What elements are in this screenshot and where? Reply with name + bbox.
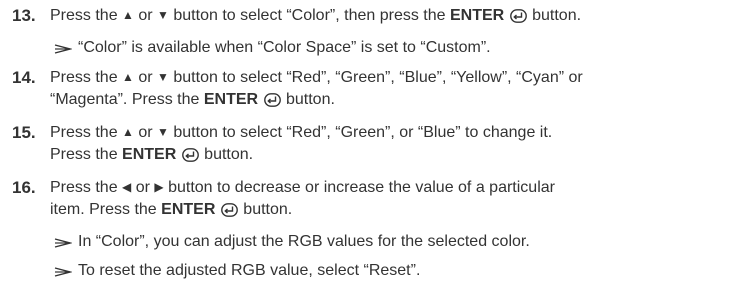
step-3: 16. Press the ◀ or ▶ button to decrease o… [12, 176, 738, 224]
text-run [258, 91, 262, 108]
text-run: “Magenta”. Press the [50, 91, 204, 108]
note-arrow-icon [54, 231, 74, 248]
note: “Color” is available when “Color Space” … [50, 37, 738, 59]
step-0: 13. Press the ▲ or ▼ button to select “Co… [12, 4, 738, 30]
text-run: Press the [50, 146, 123, 163]
step-line: “Magenta”. Press the ENTER button. [50, 89, 728, 114]
text-run: Press the [50, 7, 123, 24]
button-name: ENTER [122, 146, 177, 163]
text-run: or [133, 124, 158, 141]
up-triangle-icon: ▲ [122, 70, 134, 84]
text-run: or [133, 7, 158, 24]
up-triangle-icon: ▲ [122, 8, 134, 22]
text-run [176, 146, 180, 163]
text-run: item. Press the [50, 201, 162, 218]
text-run: Press the [50, 69, 123, 86]
step-line: Press the ▲ or ▼ button to select “Red”,… [50, 121, 728, 144]
step-text: Press the ▲ or ▼ button to select “Red”,… [50, 121, 738, 169]
step-line: Press the ENTER button. [50, 144, 728, 169]
button-name: ENTER [203, 91, 259, 108]
text-run: or [133, 69, 158, 86]
enter-icon [220, 202, 238, 224]
note-text: “Color” is available when “Color Space” … [78, 39, 491, 56]
enter-icon [263, 92, 281, 114]
step-line: Press the ▲ or ▼ button to select “Color… [50, 4, 728, 30]
text-run: button. [199, 146, 254, 163]
down-triangle-icon: ▼ [157, 125, 169, 139]
text-run [504, 7, 508, 24]
note-arrow-icon [54, 260, 74, 277]
note: To reset the adjusted RGB value, select … [50, 260, 738, 282]
down-triangle-icon: ▼ [157, 8, 169, 22]
step-1: 14. Press the ▲ or ▼ button to select “Re… [12, 66, 738, 114]
step-text: Press the ◀ or ▶ button to decrease or i… [50, 176, 738, 224]
down-triangle-icon: ▼ [157, 70, 169, 84]
instruction-page: 13. Press the ▲ or ▼ button to select “Co… [0, 0, 738, 292]
text-run: button to select “Color”, then press the [168, 7, 450, 24]
enter-icon [181, 147, 199, 169]
right-triangle-icon: ▶ [154, 180, 164, 194]
button-name: ENTER [161, 201, 216, 218]
text-run: button. [238, 201, 293, 218]
note-arrow-icon [54, 37, 74, 54]
step-line: Press the ◀ or ▶ button to decrease or i… [50, 176, 728, 199]
step-number: 14. [12, 68, 36, 87]
step-line: Press the ▲ or ▼ button to select “Red”,… [50, 66, 728, 89]
text-run: button to decrease or increase the value… [163, 179, 555, 196]
step-number: 15. [12, 123, 36, 142]
step-2: 15. Press the ▲ or ▼ button to select “Re… [12, 121, 738, 169]
note-text: To reset the adjusted RGB value, select … [78, 262, 421, 279]
button-name: ENTER [449, 7, 505, 24]
text-run: button to select “Red”, “Green”, “Blue”,… [168, 69, 583, 86]
text-run: button. [527, 7, 582, 24]
text-run: Press the [50, 124, 123, 141]
enter-icon [509, 8, 527, 30]
text-run: Press the [50, 179, 123, 196]
step-text: Press the ▲ or ▼ button to select “Red”,… [50, 66, 738, 114]
note: In “Color”, you can adjust the RGB value… [50, 231, 738, 253]
text-run: button to select “Red”, “Green”, or “Blu… [168, 124, 553, 141]
step-text: Press the ▲ or ▼ button to select “Color… [50, 4, 738, 30]
step-number: 13. [12, 6, 36, 25]
text-run: or [131, 179, 155, 196]
text-run [215, 201, 219, 218]
step-number: 16. [12, 178, 36, 197]
left-triangle-icon: ◀ [122, 180, 132, 194]
text-run: button. [281, 91, 335, 108]
step-line: item. Press the ENTER button. [50, 199, 728, 224]
note-text: In “Color”, you can adjust the RGB value… [78, 233, 530, 250]
up-triangle-icon: ▲ [122, 125, 134, 139]
